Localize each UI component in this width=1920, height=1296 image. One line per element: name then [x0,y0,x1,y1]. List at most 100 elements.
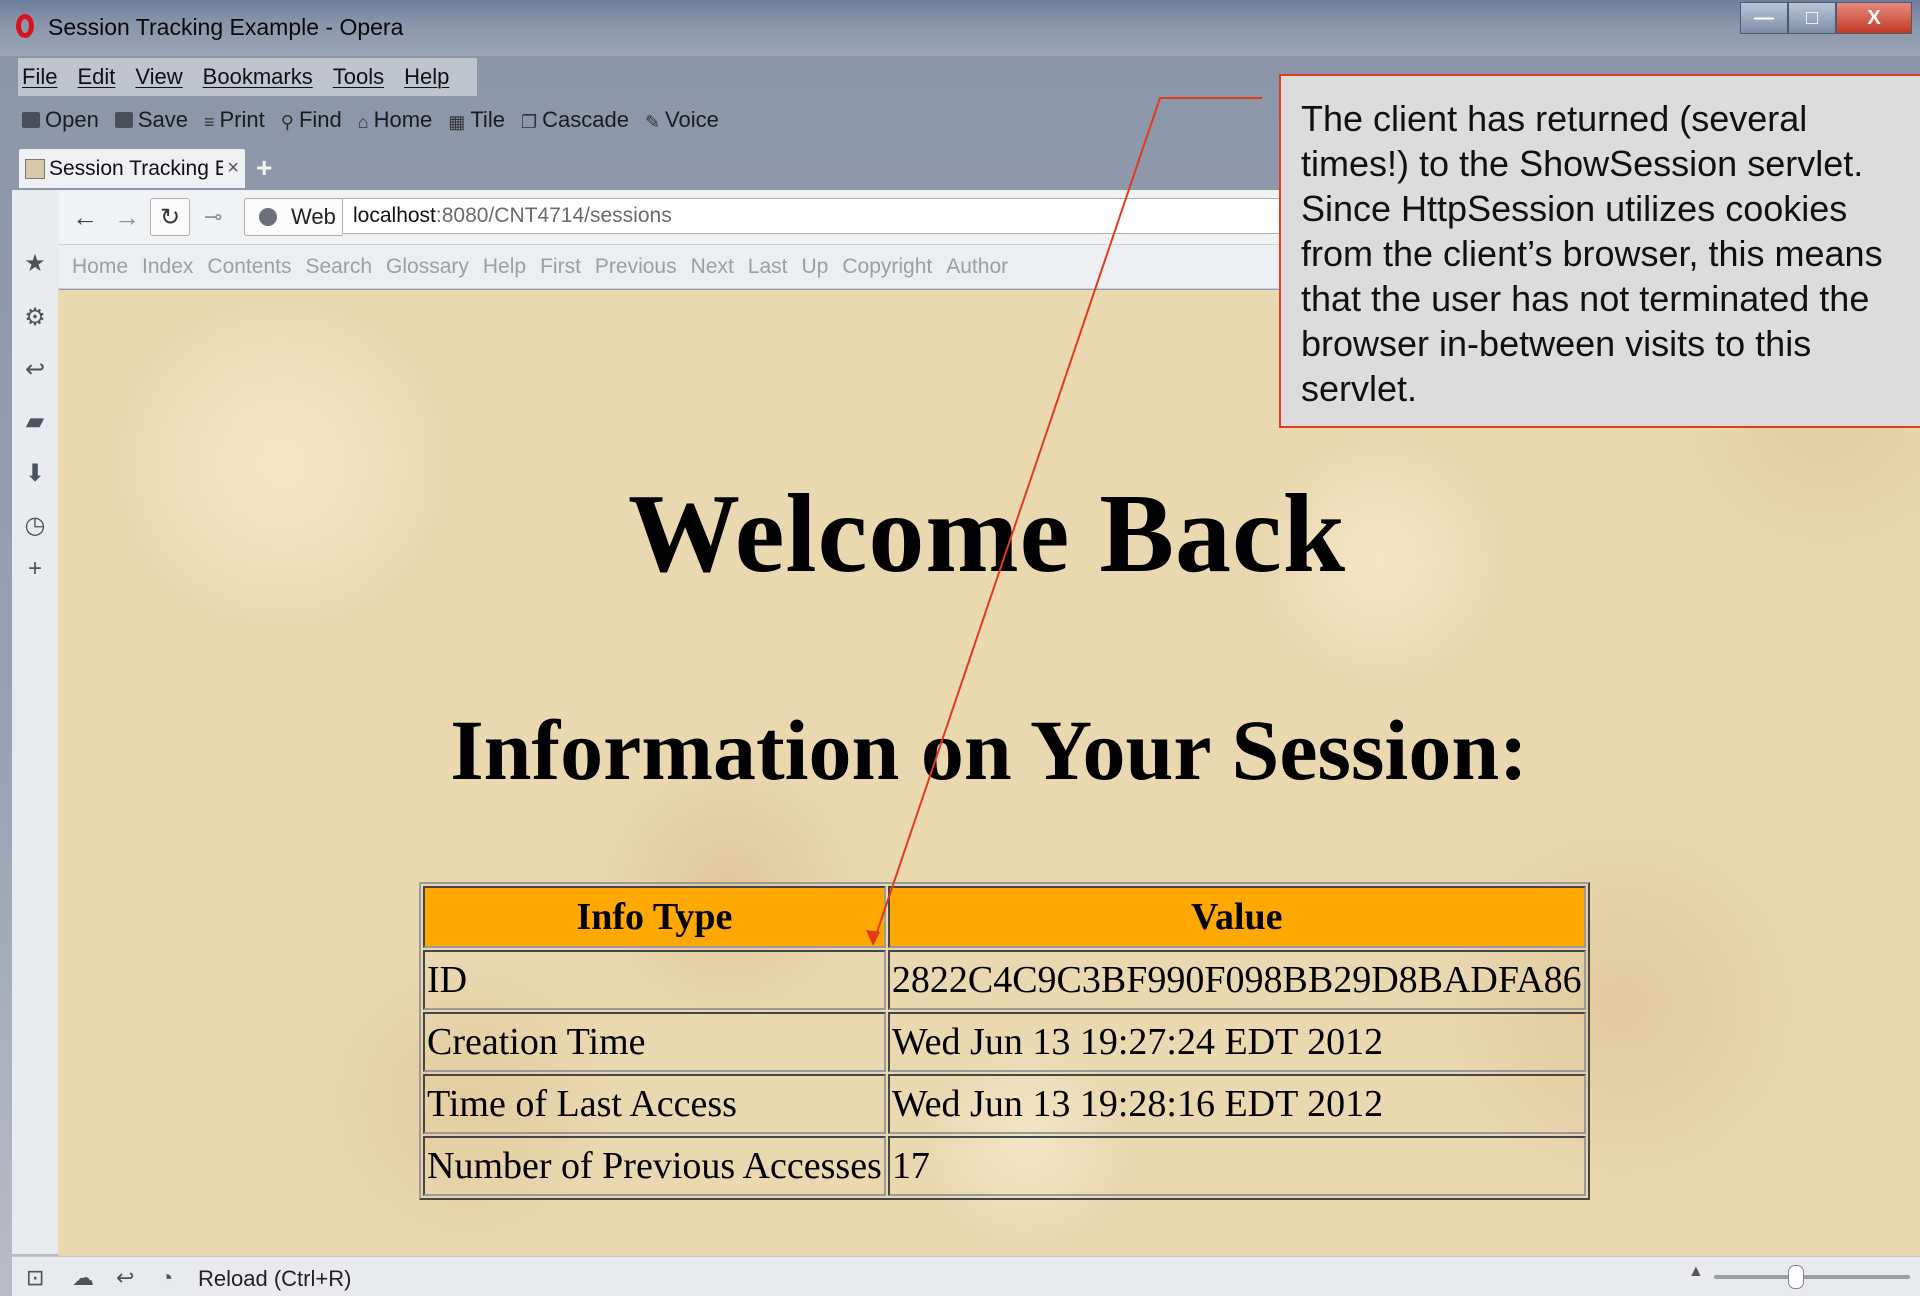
save-icon [114,112,133,128]
side-panel: ★ ⚙ ↩ ▰ ⬇ ◷ + [12,190,59,1254]
title-bar: Session Tracking Example - Opera — □ X [0,0,1920,56]
session-info-table: Info Type Value ID 2822C4C9C3BF990F098BB… [419,882,1590,1200]
menu-bar: File Edit View Bookmarks Tools Help [18,58,478,96]
turbo-icon[interactable]: ◔ [160,1265,173,1291]
table-header-value: Value [887,886,1586,948]
cascade-label: Cascade [542,107,629,132]
menu-tools[interactable]: Tools [333,64,384,90]
cloud-icon[interactable]: ☁ [72,1265,94,1291]
table-row: Number of Previous Accesses 17 [423,1136,1586,1196]
navlink-glossary[interactable]: Glossary [386,255,469,279]
tile-button[interactable]: ▦ Tile [448,107,505,133]
home-label: Home [373,107,433,132]
cascade-icon: ❐ [520,112,538,132]
navlink-author[interactable]: Author [946,255,1008,279]
menu-edit[interactable]: Edit [77,64,115,90]
callout-text: The client has returned (several times!)… [1301,98,1883,409]
opera-logo-icon [16,14,34,38]
search-scope-chip[interactable]: Web [244,198,343,236]
forward-arrow-icon[interactable]: → [114,202,140,233]
navlink-home[interactable]: Home [72,255,128,279]
tile-label: Tile [470,107,505,132]
page-heading: Welcome Back [627,472,1347,596]
notes-icon[interactable]: ▰ [22,408,48,435]
window-title: Session Tracking Example - Opera [48,14,404,40]
open-label: Open [45,107,99,132]
table-row: Creation Time Wed Jun 13 19:27:24 EDT 20… [423,1012,1586,1072]
table-row: ID 2822C4C9C3BF990F098BB29D8BADFA86 [423,950,1586,1010]
table-cell-value: 2822C4C9C3BF990F098BB29D8BADFA86 [887,950,1586,1010]
zoom-arrow-icon[interactable]: ▲ [1688,1263,1704,1281]
table-cell-value: Wed Jun 13 19:28:16 EDT 2012 [887,1074,1586,1134]
zoom-slider[interactable] [1714,1275,1910,1279]
print-icon: ≡ [203,112,215,132]
page-favicon-icon [25,158,45,179]
maximize-button[interactable]: □ [1788,2,1836,34]
navlink-up[interactable]: Up [802,255,829,279]
unite-share-icon[interactable]: ↩ [22,356,48,383]
navlink-help[interactable]: Help [483,255,526,279]
table-cell-label: ID [423,950,886,1010]
voice-button[interactable]: ✎ Voice [645,107,719,133]
tab-strip: Session Tracking E... × + [18,146,272,188]
folder-icon [22,112,40,128]
table-header-row: Info Type Value [423,886,1586,948]
menu-help[interactable]: Help [404,64,449,90]
home-button[interactable]: ⌂ Home [358,107,433,133]
tab-session-tracking[interactable]: Session Tracking E... × [18,148,246,188]
voice-label: Voice [665,107,719,132]
cascade-button[interactable]: ❐ Cascade [521,107,629,133]
new-tab-button[interactable]: + [256,152,272,184]
settings-gear-icon[interactable]: ⚙ [22,304,48,331]
navlink-previous[interactable]: Previous [595,255,677,279]
page-subheading: Information on Your Session: [450,702,1528,798]
table-cell-label: Number of Previous Accesses [423,1136,886,1196]
window-controls: — □ X [1740,2,1912,34]
url-path: :8080/CNT4714/sessions [435,204,672,227]
annotation-callout: The client has returned (several times!)… [1279,74,1920,428]
find-label: Find [298,107,342,132]
print-label: Print [219,107,265,132]
status-text: Reload (Ctrl+R) [198,1266,352,1291]
back-arrow-icon[interactable]: ← [72,202,98,233]
reload-icon[interactable]: ↻ [150,198,190,236]
bookmarks-star-icon[interactable]: ★ [22,250,48,277]
navlink-search[interactable]: Search [305,255,372,279]
unite-icon[interactable]: ↩ [116,1265,134,1291]
status-bar: ⊡ ☁ ↩ ◔ Reload (Ctrl+R) ▲ [12,1256,1920,1296]
save-label: Save [137,107,188,132]
menu-bookmarks[interactable]: Bookmarks [203,64,313,90]
open-button[interactable]: Open [22,107,99,133]
table-row: Time of Last Access Wed Jun 13 19:28:16 … [423,1074,1586,1134]
navlink-copyright[interactable]: Copyright [842,255,932,279]
table-header-info-type: Info Type [423,886,886,948]
find-icon: ⚲ [280,112,294,132]
menu-view[interactable]: View [135,64,182,90]
toolbar: Open Save ≡ Print ⚲ Find ⌂ Home ▦ Tile ❐ Casc… [22,100,735,140]
voice-icon: ✎ [644,112,661,132]
print-button[interactable]: ≡ Print [204,107,265,133]
table-cell-value: 17 [887,1136,1586,1196]
scope-label: Web [291,204,336,229]
downloads-icon[interactable]: ⬇ [22,460,48,487]
navlink-next[interactable]: Next [691,255,734,279]
minimize-button[interactable]: — [1740,2,1788,34]
close-button[interactable]: X [1836,2,1912,34]
page-content: Welcome Back Information on Your Session… [58,290,1920,1256]
navlink-first[interactable]: First [540,255,581,279]
home-icon: ⌂ [357,112,369,132]
save-button[interactable]: Save [114,107,188,133]
wand-key-icon[interactable]: ⊸ [204,204,222,230]
navlink-index[interactable]: Index [142,255,193,279]
add-panel-icon[interactable]: + [22,555,48,582]
menu-file[interactable]: File [22,64,57,90]
navlink-last[interactable]: Last [748,255,788,279]
navlink-contents[interactable]: Contents [207,255,291,279]
zoom-slider-handle[interactable] [1788,1265,1804,1289]
history-clock-icon[interactable]: ◷ [22,512,48,539]
url-host: localhost [353,204,436,227]
panel-toggle-icon[interactable]: ⊡ [26,1265,44,1291]
find-button[interactable]: ⚲ Find [281,107,342,133]
tab-close-icon[interactable]: × [227,157,239,180]
table-cell-value: Wed Jun 13 19:27:24 EDT 2012 [887,1012,1586,1072]
